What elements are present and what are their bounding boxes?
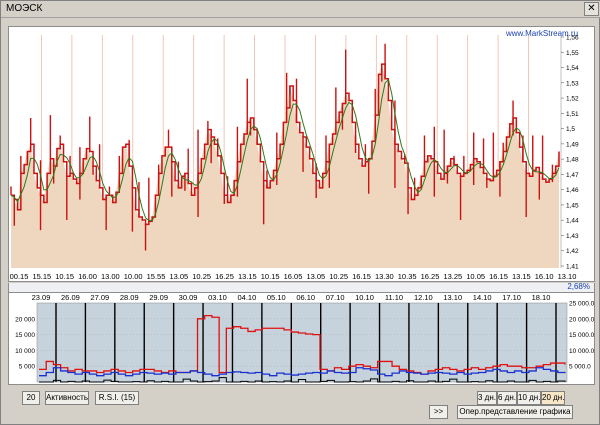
price-tick-label: 1,46 (566, 187, 579, 194)
time-label: 15.55 (147, 272, 166, 281)
date-label: 12.10 (414, 293, 433, 302)
price-tick-label: 1,44 (566, 218, 579, 225)
date-label: 05.10 (267, 293, 286, 302)
date-label: 28.09 (120, 293, 139, 302)
price-tick-label: 1,54 (566, 65, 579, 72)
volume-right-tick: 20 000.0 (569, 316, 594, 323)
date-label: 11.10 (385, 293, 403, 302)
price-tick-label: 1,56 (566, 35, 579, 42)
time-label: 10.00 (124, 272, 143, 281)
date-label: 26.09 (61, 293, 80, 302)
volume-left-tick: 5 000 (19, 364, 36, 371)
time-label: 16.15 (352, 272, 371, 281)
price-tick-label: 1,51 (566, 111, 579, 118)
time-label: 16.00 (78, 272, 97, 281)
time-label: 16.05 (284, 272, 303, 281)
volume-left-tick: 10 000 (15, 348, 35, 355)
window-title: МОЭСК (6, 3, 43, 14)
range-3d-button[interactable]: 3 дн. (477, 391, 497, 405)
date-label: 30.09 (179, 293, 198, 302)
range-20d-button[interactable]: 20 дн. (541, 391, 565, 405)
time-label: 15.15 (32, 272, 51, 281)
rsi-button[interactable]: R.S.I. (15) (95, 391, 139, 405)
volume-right-tick: 25 000.0 (569, 301, 594, 308)
price-tick-label: 1,53 (566, 80, 579, 87)
date-label: 06.10 (296, 293, 315, 302)
date-label: 04.10 (237, 293, 256, 302)
time-label: 10.15 (261, 272, 280, 281)
time-label: 13.05 (306, 272, 325, 281)
close-button[interactable]: ✕ (584, 2, 599, 16)
volume-right-tick: 15 000.0 (569, 332, 594, 339)
time-label: 16.15 (489, 272, 508, 281)
range-10d-button[interactable]: 10 дн. (517, 391, 541, 405)
time-label: 16.10 (535, 272, 554, 281)
volume-plot-area (36, 302, 568, 383)
date-label: 07.10 (326, 293, 345, 302)
volume-chart-panel: 23.09 26.09 27.09 28.09 29.09 30.09 03.10 04.10… (8, 292, 595, 385)
price-tick-label: 1,52 (566, 96, 579, 103)
time-label: 16.25 (215, 272, 234, 281)
date-label: 23.09 (32, 293, 51, 302)
time-label: 10.25 (192, 272, 211, 281)
date-label: 13.10 (443, 293, 462, 302)
time-label: 13.15 (512, 272, 531, 281)
time-label: 13.00 (101, 272, 120, 281)
operational-view-button[interactable]: Опер.представление графика (457, 405, 573, 419)
price-tick-label: 1,5 (566, 126, 575, 133)
period-button[interactable]: 20 (22, 391, 40, 405)
time-label: 13.15 (238, 272, 257, 281)
date-label: 17.10 (502, 293, 521, 302)
time-label: 10.35 (398, 272, 417, 281)
date-label: 14.10 (473, 293, 492, 302)
price-tick-label: 1,49 (566, 141, 579, 148)
volume-left-tick: 15 000 (15, 332, 35, 339)
date-label: 27.09 (90, 293, 109, 302)
price-tick-label: 1,55 (566, 50, 579, 57)
time-label: 13.25 (443, 272, 462, 281)
price-tick-label: 1,43 (566, 233, 579, 240)
date-label: 10.10 (355, 293, 374, 302)
time-label: 16.25 (421, 272, 440, 281)
time-label: 10.05 (466, 272, 485, 281)
price-tick-label: 1,45 (566, 202, 579, 209)
price-tick-label: 1,42 (566, 248, 579, 255)
activity-button[interactable]: Активность (45, 391, 89, 405)
price-tick-label: 1,41 (566, 264, 579, 271)
range-6d-button[interactable]: 6 дн. (497, 391, 517, 405)
volume-right-tick: 5 000.0 (569, 364, 591, 371)
chart-window: МОЭСК ✕ www.MarkStream.ru 1,56 1,55 1,54 1,5… (0, 0, 600, 425)
price-chart: www.MarkStream.ru1,561,551,541,531,521,5… (10, 29, 579, 281)
time-label: 13.05 (169, 272, 188, 281)
next-button[interactable]: >> (429, 405, 448, 419)
rate-strip: 2,68% (8, 282, 595, 292)
price-chart-panel: www.MarkStream.ru 1,56 1,55 1,54 1,53 1,52 1,5… (8, 26, 595, 282)
rate-value: 2,68% (567, 282, 590, 291)
time-label: 00.15 (10, 272, 29, 281)
date-label: 29.09 (149, 293, 168, 302)
date-label: 03.10 (208, 293, 227, 302)
volume-chart: 23.09 26.09 27.09 28.09 29.09 30.09 03.10 04.10… (15, 293, 594, 383)
title-bar: МОЭСК ✕ (1, 1, 600, 18)
price-tick-label: 1,48 (566, 157, 579, 164)
volume-left-tick: 20 000 (15, 316, 35, 323)
time-label: 13.30 (375, 272, 394, 281)
date-label: 18.10 (532, 293, 551, 302)
volume-right-tick: 10 000.0 (569, 348, 594, 355)
time-label: 10.25 (329, 272, 348, 281)
time-label: 13.10 (558, 272, 577, 281)
time-label: 10.15 (55, 272, 74, 281)
price-tick-label: 1,47 (566, 172, 579, 179)
